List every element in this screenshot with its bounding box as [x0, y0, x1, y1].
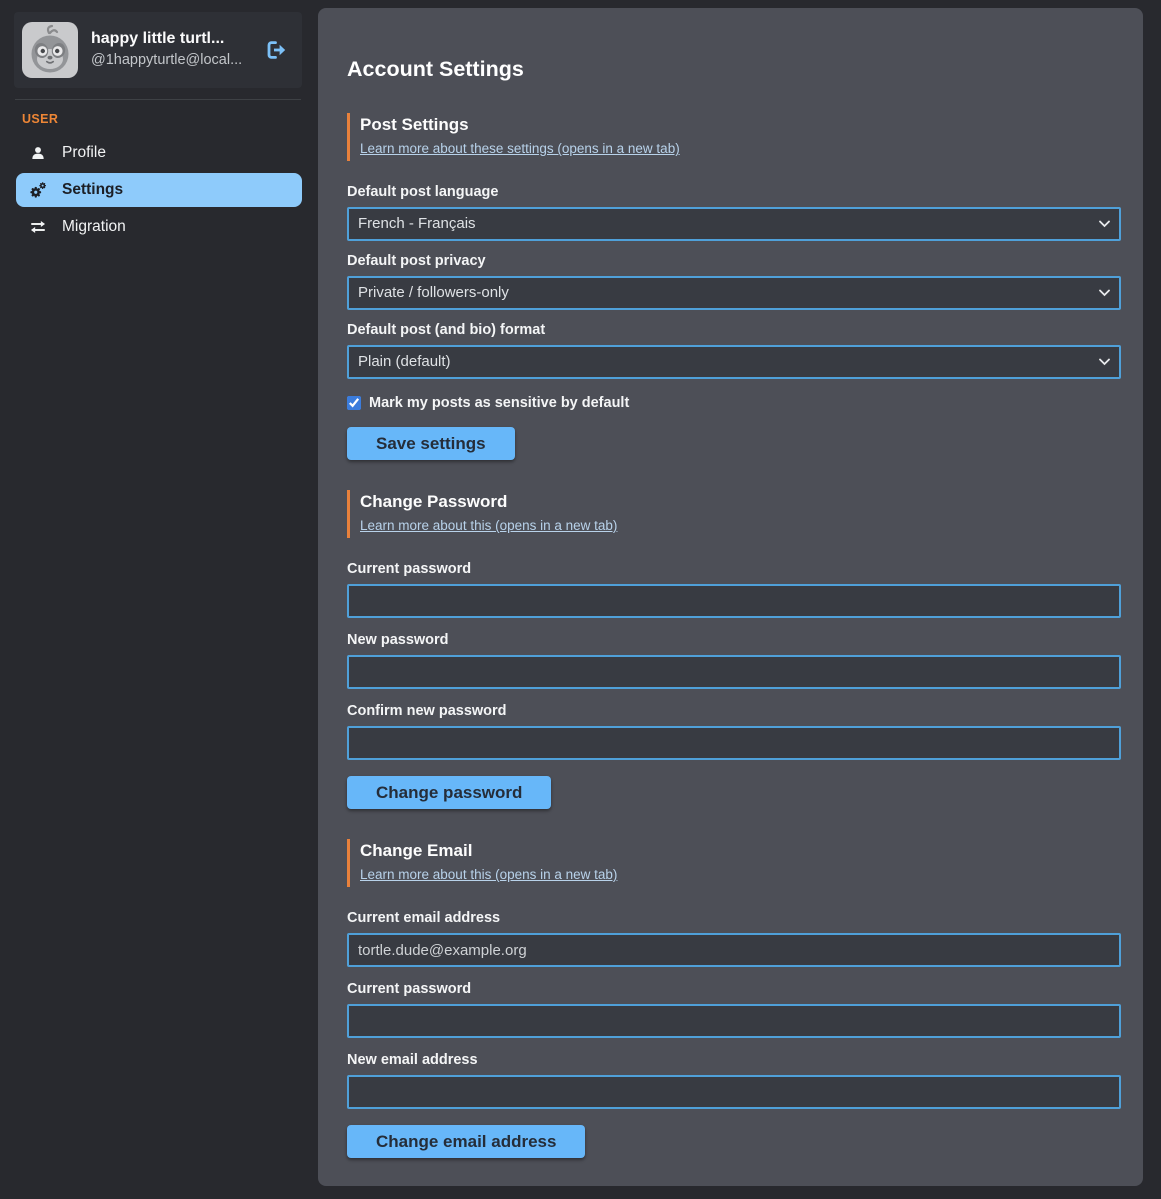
current-password-field: Current password	[347, 560, 1121, 618]
sidebar-item-label: Profile	[62, 144, 106, 162]
current-email-field: Current email address	[347, 909, 1121, 967]
change-email-form: Change Email Learn more about this (open…	[347, 839, 1121, 1158]
current-email-input[interactable]	[347, 933, 1121, 967]
sensitive-default-checkbox-row[interactable]: Mark my posts as sensitive by default	[347, 395, 1121, 411]
new-email-label: New email address	[347, 1051, 1121, 1070]
new-email-input[interactable]	[347, 1075, 1121, 1109]
new-password-field: New password	[347, 631, 1121, 689]
current-password-input[interactable]	[347, 584, 1121, 618]
change-email-button[interactable]: Change email address	[347, 1125, 585, 1158]
post-settings-learn-more-link[interactable]: Learn more about these settings (opens i…	[360, 141, 680, 156]
post-settings-heading: Post Settings	[360, 114, 1121, 135]
email-current-password-input[interactable]	[347, 1004, 1121, 1038]
user-icon	[28, 145, 48, 161]
sidebar-nav: Profile	[16, 136, 302, 244]
logout-button[interactable]	[262, 36, 290, 64]
sidebar-item-profile[interactable]: Profile	[16, 136, 302, 170]
user-handle: @1happyturtle@local...	[91, 50, 249, 71]
default-post-language-label: Default post language	[347, 183, 1121, 202]
page: happy little turtl... @1happyturtle@loca…	[0, 0, 1161, 1199]
sidebar-section-label: USER	[22, 112, 302, 126]
settings-panel: Account Settings Post Settings Learn mor…	[318, 8, 1143, 1186]
save-settings-button[interactable]: Save settings	[347, 427, 515, 460]
change-password-form: Change Password Learn more about this (o…	[347, 490, 1121, 809]
email-current-password-label: Current password	[347, 980, 1121, 999]
sign-out-icon	[264, 38, 288, 62]
user-card[interactable]: happy little turtl... @1happyturtle@loca…	[14, 12, 302, 88]
gears-icon	[28, 181, 48, 199]
new-password-label: New password	[347, 631, 1121, 650]
sidebar-item-migration[interactable]: Migration	[16, 210, 302, 244]
change-password-learn-more-link[interactable]: Learn more about this (opens in a new ta…	[360, 518, 617, 533]
sidebar-divider	[15, 99, 301, 100]
confirm-new-password-field: Confirm new password	[347, 702, 1121, 760]
default-post-privacy-select[interactable]: Private / followers-only	[347, 276, 1121, 310]
page-title: Account Settings	[347, 56, 1121, 83]
default-post-format-field: Default post (and bio) format Plain (def…	[347, 321, 1121, 379]
sloth-avatar-image	[22, 22, 78, 78]
avatar	[22, 22, 78, 78]
default-post-format-label: Default post (and bio) format	[347, 321, 1121, 340]
default-post-language-field: Default post language French - Français	[347, 183, 1121, 241]
new-password-input[interactable]	[347, 655, 1121, 689]
post-settings-header: Post Settings Learn more about these set…	[347, 113, 1121, 161]
sidebar-item-label: Migration	[62, 218, 126, 236]
change-password-header: Change Password Learn more about this (o…	[347, 490, 1121, 538]
default-post-language-select[interactable]: French - Français	[347, 207, 1121, 241]
current-password-label: Current password	[347, 560, 1121, 579]
confirm-new-password-input[interactable]	[347, 726, 1121, 760]
default-post-privacy-field: Default post privacy Private / followers…	[347, 252, 1121, 310]
user-display-name: happy little turtl...	[91, 29, 249, 50]
change-password-button[interactable]: Change password	[347, 776, 551, 809]
post-settings-form: Post Settings Learn more about these set…	[347, 113, 1121, 460]
exchange-icon	[28, 218, 48, 236]
sensitive-default-checkbox[interactable]	[347, 396, 361, 410]
email-current-password-field: Current password	[347, 980, 1121, 1038]
default-post-privacy-label: Default post privacy	[347, 252, 1121, 271]
current-email-label: Current email address	[347, 909, 1121, 928]
sensitive-default-checkbox-label: Mark my posts as sensitive by default	[369, 395, 629, 411]
change-email-heading: Change Email	[360, 840, 1121, 861]
confirm-new-password-label: Confirm new password	[347, 702, 1121, 721]
change-password-heading: Change Password	[360, 491, 1121, 512]
sidebar-item-settings[interactable]: Settings	[16, 173, 302, 207]
change-email-header: Change Email Learn more about this (open…	[347, 839, 1121, 887]
sidebar: happy little turtl... @1happyturtle@loca…	[0, 0, 318, 1199]
sidebar-item-label: Settings	[62, 181, 123, 199]
change-email-learn-more-link[interactable]: Learn more about this (opens in a new ta…	[360, 867, 617, 882]
new-email-field: New email address	[347, 1051, 1121, 1109]
user-meta: happy little turtl... @1happyturtle@loca…	[91, 29, 249, 71]
default-post-format-select[interactable]: Plain (default)	[347, 345, 1121, 379]
